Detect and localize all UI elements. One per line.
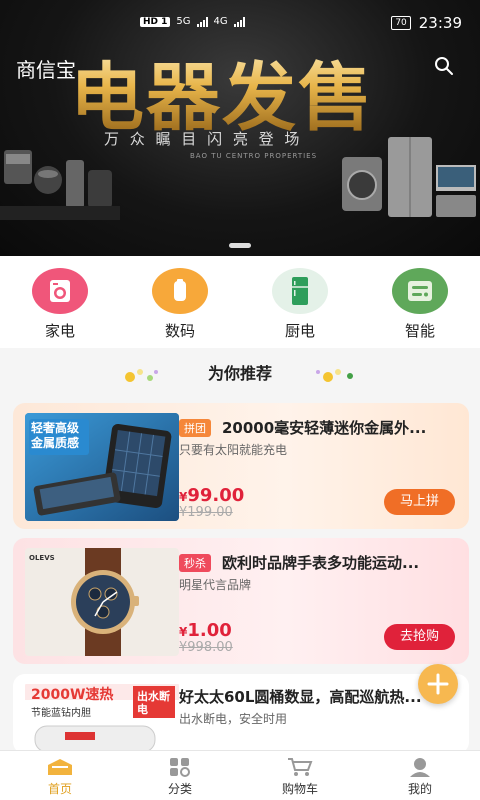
product-price: ¥99.00 bbox=[179, 485, 244, 506]
profile-icon bbox=[410, 758, 430, 777]
thumb-text: 节能蓝钻内胆 bbox=[31, 708, 91, 719]
nav-cart[interactable]: 购物车 bbox=[240, 751, 360, 800]
nav-label: 购物车 bbox=[281, 782, 318, 796]
flash-sale-tag: 秒杀 bbox=[179, 554, 211, 572]
product-card[interactable]: 2000W速热 节能蓝钻内胆 出水断电 好太太60L圆桶数显，高配巡航热... … bbox=[13, 674, 469, 754]
price-value: 99.00 bbox=[187, 485, 245, 506]
app-name: 商信宝 bbox=[16, 58, 76, 82]
banner-indicator bbox=[229, 243, 251, 248]
category-row: 家电 数码 厨电 智能 bbox=[0, 256, 480, 348]
category-label: 厨电 bbox=[284, 322, 315, 340]
signal-4g-label: 4G bbox=[213, 16, 228, 27]
add-button[interactable] bbox=[418, 664, 458, 704]
network-badge: HD 1 bbox=[140, 16, 171, 27]
nav-home[interactable]: 首页 bbox=[0, 751, 120, 800]
original-price: ¥199.00 bbox=[179, 505, 233, 520]
home-icon bbox=[48, 759, 72, 775]
product-name[interactable]: 20000毫安轻薄迷你金属外... bbox=[222, 417, 454, 438]
appliance-left-image bbox=[0, 150, 120, 220]
price-value: 1.00 bbox=[187, 620, 232, 641]
category-smart[interactable]: 智能 bbox=[360, 256, 480, 348]
recommend-title: 为你推荐 bbox=[207, 364, 272, 383]
thumb-text: 轻奢高级 bbox=[31, 421, 80, 435]
signal-group: HD 1 5G 4G bbox=[140, 16, 245, 27]
category-label: 智能 bbox=[404, 322, 435, 340]
product-thumbnail[interactable]: 2000W速热 节能蓝钻内胆 出水断电 bbox=[25, 682, 179, 752]
cart-icon bbox=[288, 758, 313, 776]
nav-label: 我的 bbox=[407, 782, 432, 796]
product-price: ¥1.00 bbox=[179, 620, 232, 641]
product-desc: 明星代言品牌 bbox=[179, 578, 252, 592]
nav-profile[interactable]: 我的 bbox=[360, 751, 480, 800]
thumb-badge: 出水断电 bbox=[137, 690, 170, 716]
group-buy-button[interactable]: 马上拼 bbox=[383, 489, 455, 515]
decor-dots-icon bbox=[125, 369, 158, 382]
banner-subtitle-en: BAO TU CENTRO PROPERTIES bbox=[190, 152, 318, 160]
product-thumbnail[interactable]: 轻奢高级 金属质感 bbox=[25, 413, 179, 521]
smart-panel-icon bbox=[392, 268, 448, 314]
signal-bars-icon bbox=[233, 16, 245, 27]
washing-machine-icon bbox=[32, 268, 88, 314]
category-label: 家电 bbox=[44, 322, 75, 340]
category-digital[interactable]: 数码 bbox=[120, 256, 240, 348]
group-buy-tag: 拼团 bbox=[179, 419, 211, 437]
clock: 23:39 bbox=[418, 14, 462, 32]
plus-icon bbox=[427, 673, 449, 695]
power-bank-icon bbox=[152, 268, 208, 314]
original-price: ¥998.00 bbox=[179, 640, 233, 655]
category-label: 数码 bbox=[164, 322, 195, 340]
decor-dots-icon bbox=[316, 369, 353, 382]
product-name[interactable]: 欧利时品牌手表多功能运动... bbox=[222, 552, 454, 573]
category-kitchen[interactable]: 厨电 bbox=[240, 256, 360, 348]
search-icon[interactable] bbox=[434, 56, 454, 76]
signal-bars-icon bbox=[196, 16, 208, 27]
product-card[interactable]: 轻奢高级 金属质感 拼团 20000毫安轻薄迷你金属外... 只要有太阳就能充电… bbox=[13, 403, 469, 529]
nav-category[interactable]: 分类 bbox=[120, 751, 240, 800]
brand-logo: OLEVS bbox=[29, 554, 55, 562]
nav-label: 分类 bbox=[167, 782, 192, 796]
product-card[interactable]: OLEVS 秒杀 欧利时品牌手表多功能运动... 明星代言品牌 ¥1.00 ¥9… bbox=[13, 538, 469, 664]
nav-label: 首页 bbox=[47, 782, 72, 796]
thumb-text: 金属质感 bbox=[31, 436, 80, 450]
product-desc: 出水断电，安全时用 bbox=[179, 712, 288, 726]
signal-5g-label: 5G bbox=[176, 16, 191, 27]
hero-banner[interactable]: HD 1 5G 4G 70 23:39 电器发售 万 众 瞩 目 闪 亮 登 场… bbox=[0, 0, 480, 256]
recommend-header: 为你推荐 bbox=[0, 350, 480, 400]
product-desc: 只要有太阳就能充电 bbox=[179, 443, 288, 457]
battery-icon: 70 bbox=[391, 16, 411, 30]
fridge-icon bbox=[272, 268, 328, 314]
product-name[interactable]: 好太太60L圆桶数显，高配巡航热... bbox=[179, 686, 449, 707]
flash-sale-button[interactable]: 去抢购 bbox=[383, 624, 455, 650]
appliance-right-image bbox=[342, 137, 476, 217]
thumb-text: 2000W速热 bbox=[31, 687, 114, 703]
bottom-nav: 首页 分类 购物车 我的 bbox=[0, 750, 480, 800]
banner-subtitle: 万 众 瞩 目 闪 亮 登 场 bbox=[104, 130, 303, 148]
category-appliances[interactable]: 家电 bbox=[0, 256, 120, 348]
product-thumbnail[interactable]: OLEVS bbox=[25, 548, 179, 656]
category-icon bbox=[170, 758, 190, 777]
